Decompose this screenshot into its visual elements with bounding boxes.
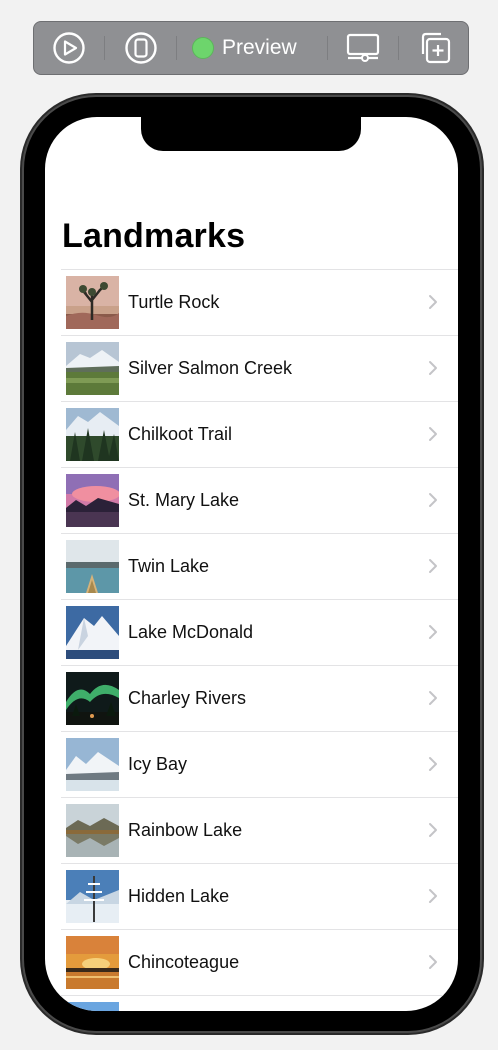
landmark-thumbnail bbox=[66, 870, 119, 923]
chevron-right-icon bbox=[429, 823, 437, 837]
landmark-name: Rainbow Lake bbox=[128, 820, 243, 840]
toolbar-separator bbox=[327, 36, 328, 60]
toolbar-separator bbox=[104, 36, 105, 60]
chevron-right-icon bbox=[429, 955, 437, 969]
landmark-name: Lake McDonald bbox=[128, 622, 254, 642]
live-preview-button[interactable] bbox=[48, 22, 90, 74]
landmark-name: Charley Rivers bbox=[128, 688, 247, 708]
duplicate-add-icon bbox=[421, 32, 451, 64]
landmark-name: Hidden Lake bbox=[128, 886, 230, 906]
landmark-row[interactable]: Twin Lake bbox=[61, 534, 458, 600]
chevron-right-icon bbox=[429, 361, 437, 375]
landmark-thumbnail bbox=[66, 738, 119, 791]
status-dot-icon bbox=[192, 37, 214, 59]
landmark-thumbnail bbox=[66, 276, 119, 329]
landmark-name: St. Mary Lake bbox=[128, 490, 240, 510]
landmark-row[interactable]: Icy Bay bbox=[61, 732, 458, 798]
landmark-thumbnail bbox=[66, 672, 119, 725]
landmark-row[interactable]: Chincoteague bbox=[61, 930, 458, 996]
display-settings-button[interactable] bbox=[342, 22, 384, 74]
landmark-name: Chincoteague bbox=[128, 952, 240, 972]
landmark-thumbnail bbox=[66, 342, 119, 395]
landmark-row[interactable]: Chilkoot Trail bbox=[61, 402, 458, 468]
landmark-row[interactable]: Charley Rivers bbox=[61, 666, 458, 732]
toolbar-separator bbox=[398, 36, 399, 60]
device-icon bbox=[125, 32, 157, 64]
preview-status-button[interactable]: Preview bbox=[192, 22, 322, 74]
landmark-thumbnail bbox=[66, 540, 119, 593]
landmark-row[interactable]: St. Mary Lake bbox=[61, 468, 458, 534]
device-screen: Landmarks Turtle Rock Silver Salmon Creek… bbox=[45, 117, 458, 1011]
landmark-thumbnail bbox=[66, 804, 119, 857]
toolbar-separator bbox=[176, 36, 177, 60]
landmark-name: Icy Bay bbox=[128, 754, 188, 774]
landmark-thumbnail bbox=[66, 1002, 119, 1011]
landmark-name: Turtle Rock bbox=[128, 292, 220, 312]
landmark-row[interactable]: Rainbow Lake bbox=[61, 798, 458, 864]
landmark-row[interactable]: Silver Salmon Creek bbox=[61, 336, 458, 402]
duplicate-preview-button[interactable] bbox=[414, 22, 456, 74]
chevron-right-icon bbox=[429, 625, 437, 639]
navigation-title: Landmarks bbox=[62, 217, 246, 255]
landmark-name: Twin Lake bbox=[128, 556, 210, 576]
landmark-row[interactable]: Hidden Lake bbox=[61, 864, 458, 930]
chevron-right-icon bbox=[429, 493, 437, 507]
play-circle-icon bbox=[53, 32, 85, 64]
chevron-right-icon bbox=[429, 691, 437, 705]
chevron-right-icon bbox=[429, 295, 437, 309]
landmark-row[interactable] bbox=[61, 996, 458, 1011]
preview-label: Preview bbox=[222, 36, 297, 59]
device-notch bbox=[141, 117, 361, 151]
iphone-device-frame: Landmarks Turtle Rock Silver Salmon Creek… bbox=[24, 97, 480, 1031]
landmark-thumbnail bbox=[66, 936, 119, 989]
landmark-thumbnail bbox=[66, 606, 119, 659]
device-button[interactable] bbox=[120, 22, 162, 74]
chevron-right-icon bbox=[429, 757, 437, 771]
chevron-right-icon bbox=[429, 559, 437, 573]
landmark-name: Chilkoot Trail bbox=[128, 424, 233, 444]
display-settings-icon bbox=[346, 33, 380, 62]
landmark-row[interactable]: Turtle Rock bbox=[61, 270, 458, 336]
landmark-thumbnail bbox=[66, 408, 119, 461]
chevron-right-icon bbox=[429, 427, 437, 441]
landmark-name: Silver Salmon Creek bbox=[128, 358, 293, 378]
chevron-right-icon bbox=[429, 889, 437, 903]
preview-toolbar: Preview bbox=[33, 21, 469, 75]
landmark-thumbnail bbox=[66, 474, 119, 527]
landmark-list: Turtle Rock Silver Salmon Creek Chilkoot T… bbox=[61, 269, 458, 1011]
landmark-row[interactable]: Lake McDonald bbox=[61, 600, 458, 666]
